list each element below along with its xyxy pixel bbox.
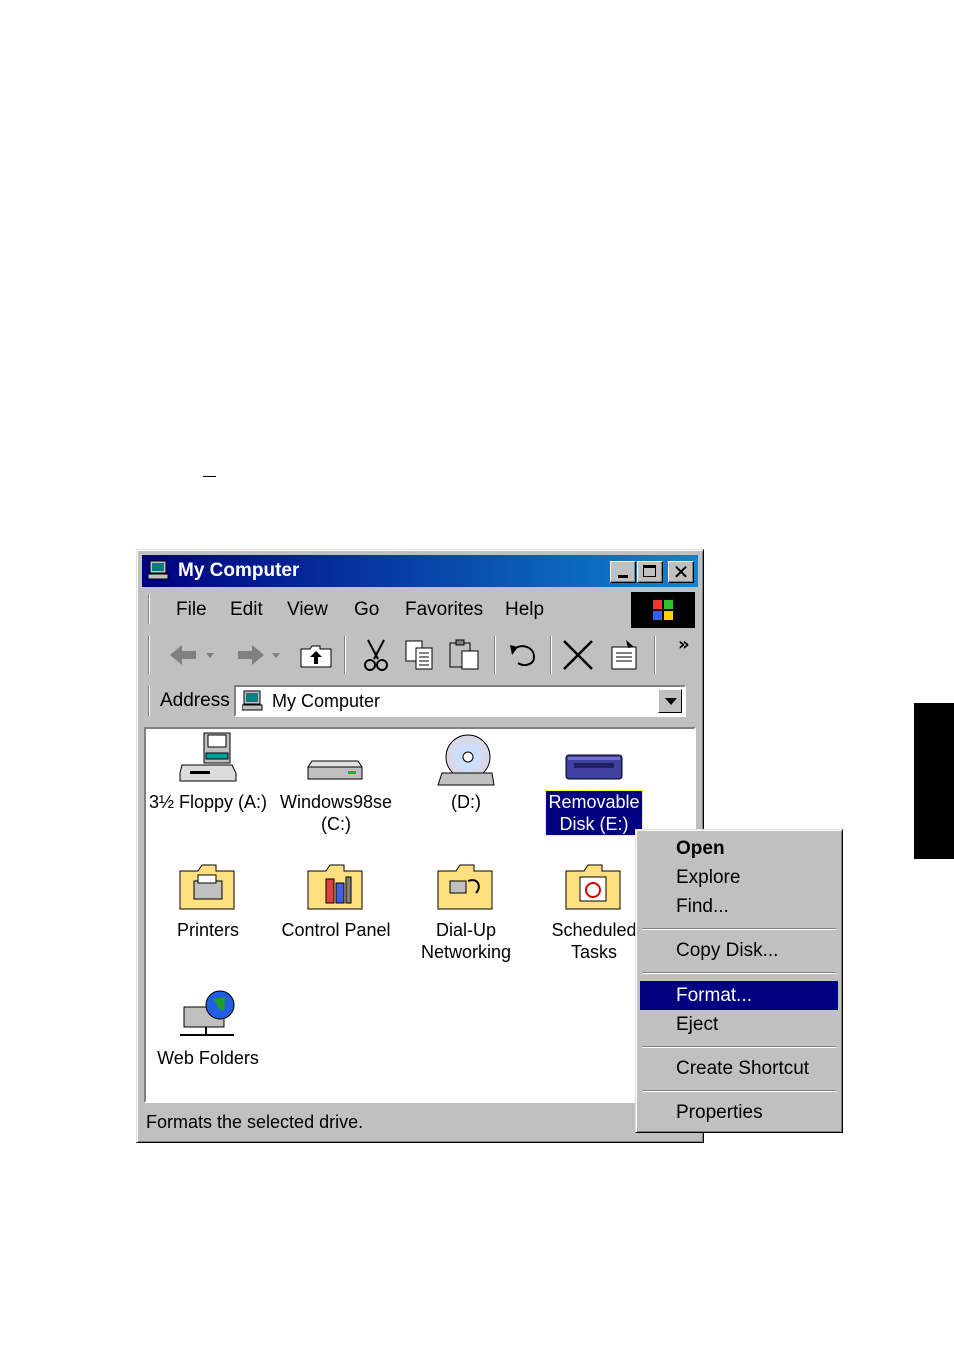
menu-bar-grip[interactable] xyxy=(148,594,149,624)
item-label: Control Panel xyxy=(281,920,391,940)
dialup-folder-icon xyxy=(437,864,493,910)
my-computer-window: My Computer ✕ File Edit View Go Favorite… xyxy=(136,549,704,1143)
content-pane: 3½ Floppy (A:) Windows98se (C:) (D:) Rem… xyxy=(144,727,696,1103)
context-find[interactable]: Find... xyxy=(640,892,838,921)
windows-flag-icon xyxy=(653,600,673,620)
forward-arrow-icon[interactable] xyxy=(232,637,268,673)
item-label: Scheduled Tasks xyxy=(551,920,637,962)
my-computer-icon xyxy=(242,690,263,711)
context-separator xyxy=(642,1090,836,1091)
menu-file[interactable]: File xyxy=(176,599,207,621)
context-format[interactable]: Format... xyxy=(640,981,838,1010)
context-open[interactable]: Open xyxy=(640,834,838,863)
undo-icon[interactable] xyxy=(504,637,540,673)
stray-underline-mark xyxy=(203,476,216,477)
address-input[interactable]: My Computer xyxy=(234,685,686,717)
back-arrow-icon[interactable] xyxy=(166,637,202,673)
cut-scissors-icon[interactable] xyxy=(358,637,394,673)
properties-icon[interactable] xyxy=(606,637,642,673)
floppy-drive-icon xyxy=(179,732,237,782)
context-eject[interactable]: Eject xyxy=(640,1010,838,1039)
close-button[interactable]: ✕ xyxy=(668,560,694,584)
address-bar-grip[interactable] xyxy=(148,686,149,716)
toolbar-separator xyxy=(654,636,655,674)
title-bar[interactable]: My Computer ✕ xyxy=(142,555,698,587)
minimize-button[interactable] xyxy=(610,561,636,583)
drive-item-floppy[interactable]: 3½ Floppy (A:) xyxy=(146,731,272,813)
folder-item-printers[interactable]: Printers xyxy=(146,859,272,941)
menu-go[interactable]: Go xyxy=(354,599,379,621)
context-properties[interactable]: Properties xyxy=(640,1098,838,1127)
folder-item-dialup[interactable]: Dial-Up Networking xyxy=(402,859,530,963)
item-label: Dial-Up Networking xyxy=(420,920,512,962)
window-title: My Computer xyxy=(178,560,300,581)
toolbar-separator xyxy=(344,636,345,674)
menu-help[interactable]: Help xyxy=(505,599,544,621)
maximize-icon xyxy=(643,565,656,577)
removable-disk-icon xyxy=(565,754,623,780)
printers-folder-icon xyxy=(179,864,235,910)
paste-icon[interactable] xyxy=(446,637,482,673)
item-label: Printers xyxy=(176,920,239,940)
toolbar-separator xyxy=(494,636,495,674)
menu-view[interactable]: View xyxy=(287,599,328,621)
my-computer-icon xyxy=(148,560,169,580)
item-label: Web Folders xyxy=(157,1048,259,1068)
scheduled-tasks-folder-icon xyxy=(565,864,621,910)
drive-item-removable-e[interactable]: Removable Disk (E:) xyxy=(530,731,658,836)
hard-drive-icon xyxy=(307,760,363,780)
up-folder-icon[interactable] xyxy=(298,637,334,673)
toolbar-separator xyxy=(550,636,551,674)
copy-icon[interactable] xyxy=(402,637,438,673)
control-panel-folder-icon xyxy=(307,864,363,910)
windows-logo xyxy=(631,592,695,628)
context-separator xyxy=(642,928,836,929)
context-menu: Open Explore Find... Copy Disk... Format… xyxy=(635,829,843,1133)
back-dropdown-icon[interactable] xyxy=(202,637,218,673)
context-copy-disk[interactable]: Copy Disk... xyxy=(640,936,838,965)
minimize-icon xyxy=(618,575,628,578)
chevron-down-icon xyxy=(665,698,677,705)
address-bar: Address My Computer xyxy=(142,682,698,720)
item-label: Windows98se (C:) xyxy=(279,792,393,834)
folder-item-control-panel[interactable]: Control Panel xyxy=(272,859,400,941)
status-text: Formats the selected drive. xyxy=(146,1112,364,1132)
toolbar-grip[interactable] xyxy=(148,636,149,674)
menu-favorites[interactable]: Favorites xyxy=(405,599,483,621)
black-side-tab xyxy=(914,703,954,859)
close-icon: ✕ xyxy=(672,560,690,584)
context-create-shortcut[interactable]: Create Shortcut xyxy=(640,1054,838,1083)
delete-x-icon[interactable] xyxy=(560,637,596,673)
context-separator xyxy=(642,1046,836,1047)
drive-item-d[interactable]: (D:) xyxy=(402,731,530,813)
menu-edit[interactable]: Edit xyxy=(230,599,263,621)
item-label: 3½ Floppy (A:) xyxy=(148,792,268,812)
context-explore[interactable]: Explore xyxy=(640,863,838,892)
folder-item-web-folders[interactable]: Web Folders xyxy=(146,987,272,1069)
status-bar: Formats the selected drive. xyxy=(142,1106,698,1138)
address-label: Address xyxy=(160,690,230,711)
cd-drive-icon xyxy=(437,734,495,786)
item-label: (D:) xyxy=(451,792,481,812)
drive-item-c[interactable]: Windows98se (C:) xyxy=(272,731,400,835)
forward-dropdown-icon[interactable] xyxy=(268,637,284,673)
address-value: My Computer xyxy=(272,691,381,711)
maximize-button[interactable] xyxy=(637,561,663,583)
item-label-selected: Removable Disk (E:) xyxy=(545,790,643,836)
context-separator xyxy=(642,972,836,973)
address-dropdown-button[interactable] xyxy=(658,689,682,713)
menu-bar: File Edit View Go Favorites Help xyxy=(142,590,698,628)
toolbar-more-chevron[interactable]: » xyxy=(678,634,690,655)
standard-toolbar: » xyxy=(142,632,698,680)
web-folders-icon xyxy=(180,990,235,1036)
